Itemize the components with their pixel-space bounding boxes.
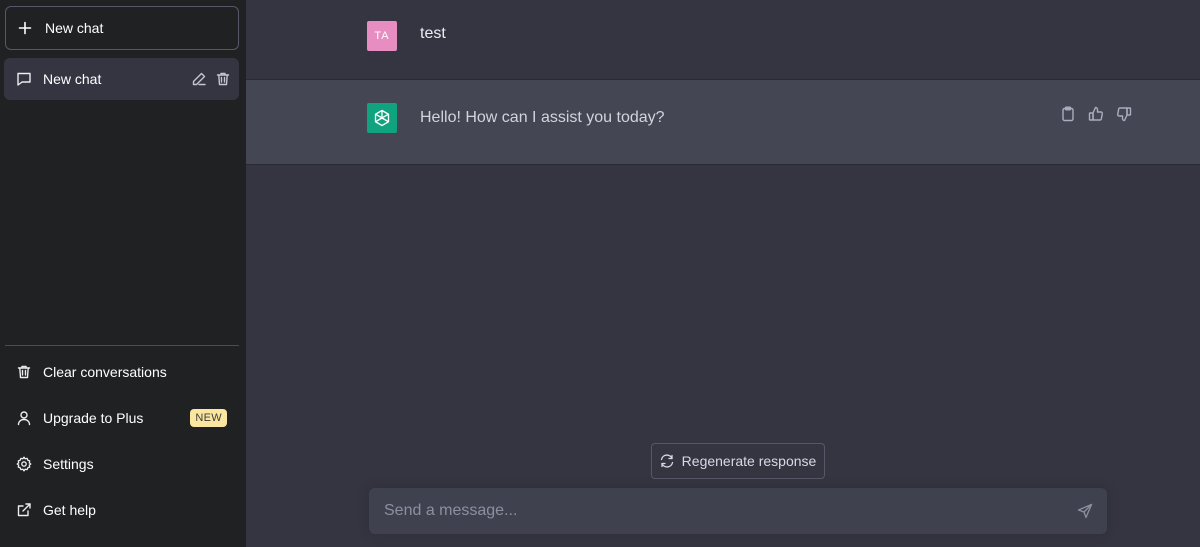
settings-label: Settings	[43, 456, 94, 472]
assistant-message-text: Hello! How can I assist you today?	[420, 109, 665, 126]
upgrade-label: Upgrade to Plus	[43, 410, 144, 426]
sidebar-conversation-item[interactable]: New chat	[4, 58, 239, 100]
send-icon[interactable]	[1077, 503, 1093, 519]
get-help-button[interactable]: Get help	[4, 490, 239, 530]
conversation-panel: TA test Hello! How can I assist you toda…	[246, 0, 1200, 547]
new-badge: NEW	[190, 409, 227, 427]
sidebar: New chat New chat Clear conversations Up…	[0, 0, 246, 547]
new-chat-button[interactable]: New chat	[5, 6, 239, 50]
message-input[interactable]	[369, 488, 1059, 534]
user-message: TA test	[246, 0, 1200, 80]
clear-conversations-label: Clear conversations	[43, 364, 167, 380]
message-actions	[1060, 106, 1132, 122]
upgrade-to-plus-button[interactable]: Upgrade to Plus NEW	[4, 398, 239, 438]
refresh-icon	[660, 454, 674, 468]
chat-bubble-icon	[16, 71, 32, 87]
user-avatar: TA	[367, 21, 397, 51]
assistant-message: Hello! How can I assist you today?	[246, 80, 1200, 165]
settings-button[interactable]: Settings	[4, 444, 239, 484]
user-message-text: test	[420, 25, 446, 42]
external-link-icon	[16, 502, 32, 518]
clipboard-icon[interactable]	[1060, 106, 1076, 122]
trash-icon	[16, 364, 32, 380]
clear-conversations-button[interactable]: Clear conversations	[4, 352, 239, 392]
message-composer	[369, 488, 1107, 534]
new-chat-label: New chat	[45, 20, 104, 36]
thumbs-down-icon[interactable]	[1116, 106, 1132, 122]
sidebar-divider	[5, 345, 239, 346]
gear-icon	[16, 456, 32, 472]
regenerate-response-button[interactable]: Regenerate response	[651, 443, 825, 479]
trash-icon[interactable]	[215, 71, 231, 87]
conversation-title: New chat	[43, 71, 102, 87]
openai-logo-icon	[367, 103, 397, 133]
user-icon	[16, 410, 32, 426]
thumbs-up-icon[interactable]	[1088, 106, 1104, 122]
regenerate-label: Regenerate response	[681, 453, 817, 469]
get-help-label: Get help	[43, 502, 96, 518]
plus-icon	[18, 21, 32, 35]
edit-icon[interactable]	[191, 71, 207, 87]
